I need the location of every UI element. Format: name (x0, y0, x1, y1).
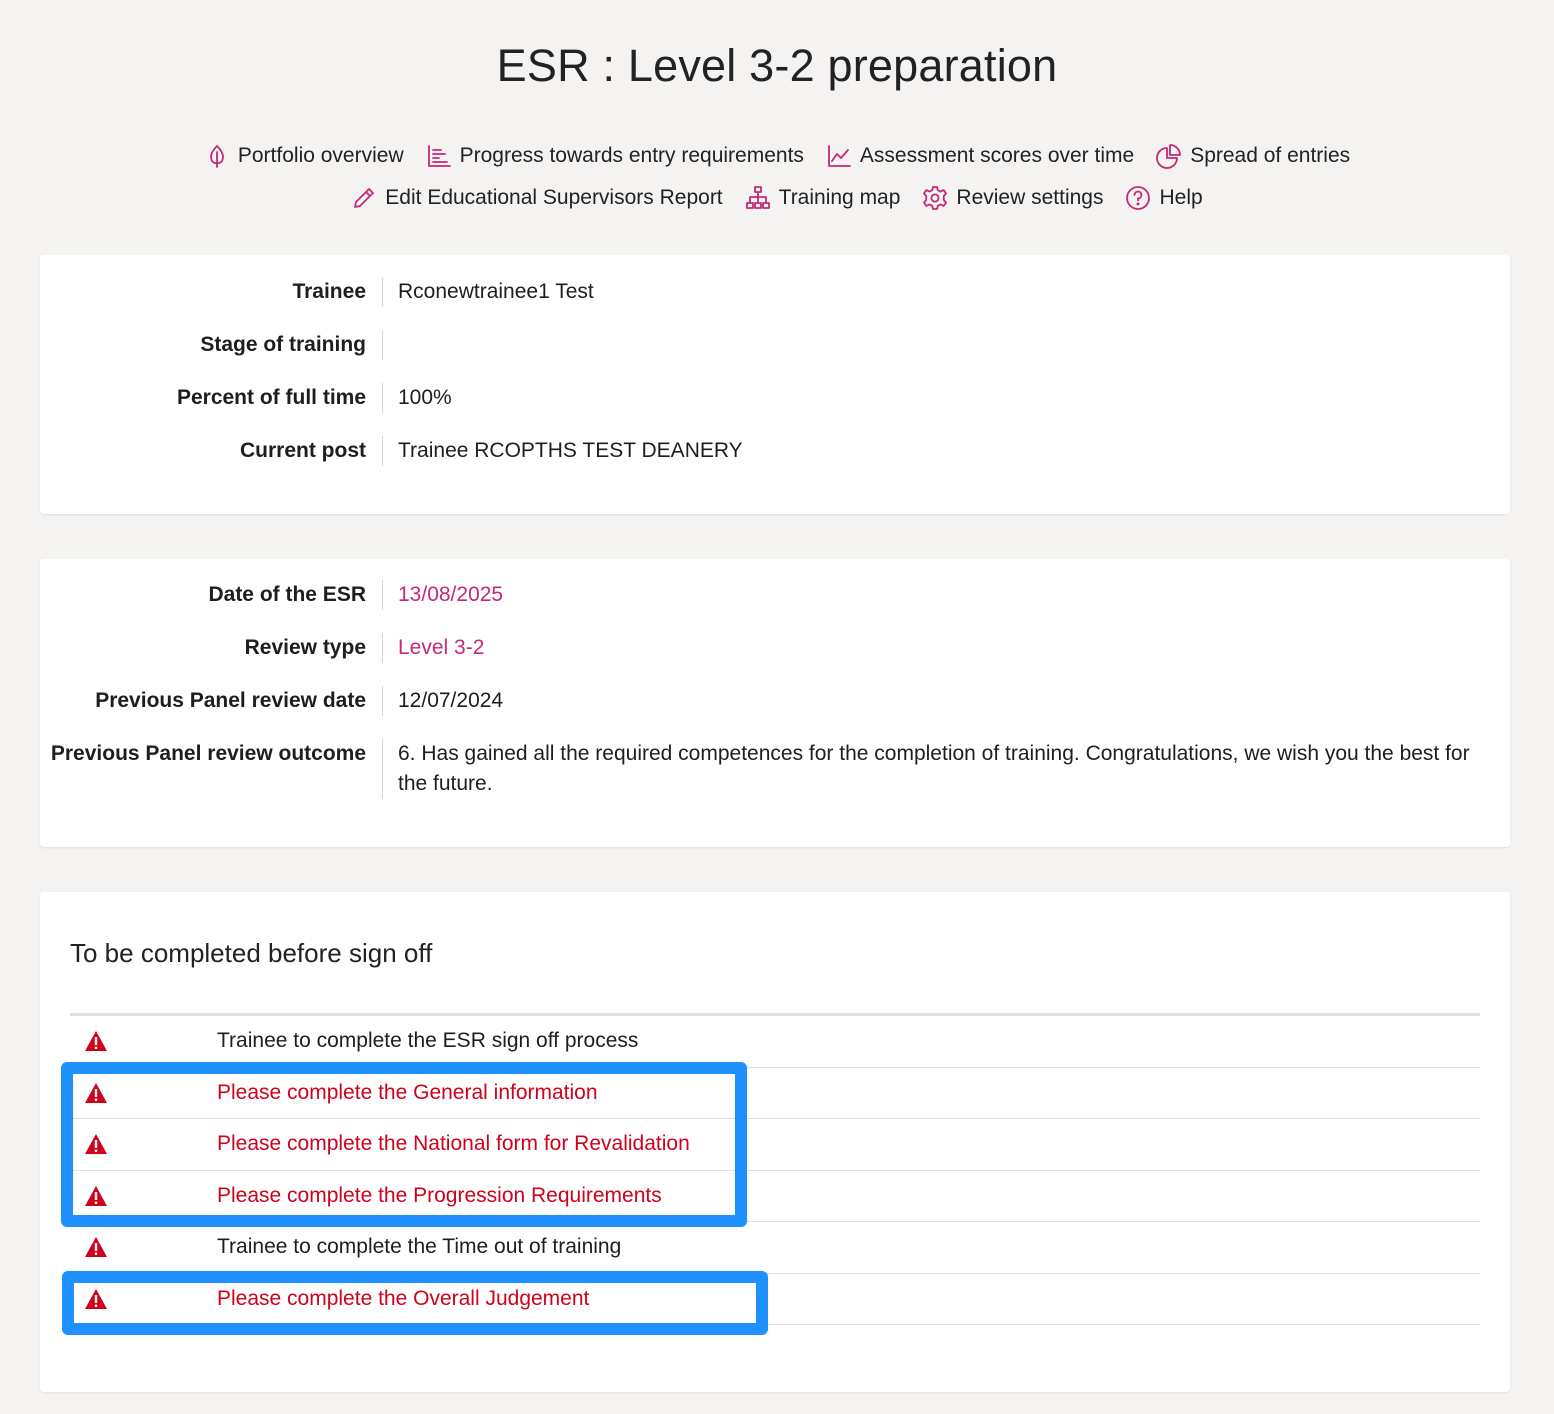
line-chart-icon (828, 145, 851, 167)
field-label: Current post (40, 436, 383, 466)
nav-label: Spread of entries (1190, 144, 1351, 167)
nav-portfolio-overview[interactable]: Portfolio overview (204, 143, 404, 169)
review-details-card: Date of the ESR 13/08/2025 Review type L… (40, 559, 1510, 847)
field-value: Rconewtrainee1 Test (398, 280, 594, 303)
signoff-title: To be completed before sign off (70, 938, 433, 968)
nav-label: Assessment scores over time (859, 144, 1135, 167)
nav-label: Training map (778, 186, 901, 209)
signoff-card: To be completed before sign off Trainee … (40, 892, 1510, 1392)
nav-training-map[interactable]: Training map (745, 185, 901, 211)
list-item: Please complete the Overall Judgement (70, 1274, 1480, 1325)
nav-row-2: Edit Educational Supervisors Report Trai… (0, 185, 1554, 211)
field-value: 6. Has gained all the required competenc… (398, 742, 1470, 795)
nav-label: Edit Educational Supervisors Report (385, 186, 723, 209)
bar-list-icon (427, 145, 451, 167)
field-value: 12/07/2024 (398, 689, 504, 712)
list-item: Trainee to complete the ESR sign off pro… (70, 1016, 1480, 1068)
field-label: Stage of training (40, 330, 383, 360)
progression-requirements-link[interactable]: Please complete the Progression Requirem… (217, 1184, 662, 1208)
list-item: Please complete the Progression Requirem… (70, 1171, 1480, 1222)
percent-row: Percent of full time 100% (40, 383, 1510, 413)
list-item: Trainee to complete the Time out of trai… (70, 1222, 1480, 1274)
post-row: Current post Trainee RCOPTHS TEST DEANER… (40, 436, 1510, 466)
nav-label: Portfolio overview (237, 144, 404, 167)
nav-assessment-scores[interactable]: Assessment scores over time (826, 143, 1134, 169)
esr-date-link[interactable]: 13/08/2025 (383, 580, 1510, 610)
nav-help[interactable]: Help (1125, 185, 1203, 211)
warning-icon (85, 1185, 107, 1206)
item-text: Trainee to complete the ESR sign off pro… (217, 1029, 639, 1053)
trainee-details-card: Trainee Rconewtrainee1 Test Stage of tra… (40, 255, 1510, 514)
item-text: Trainee to complete the Time out of trai… (217, 1235, 622, 1259)
previous-review-date-row: Previous Panel review date 12/07/2024 (40, 686, 1510, 716)
previous-review-outcome-row: Previous Panel review outcome 6. Has gai… (40, 739, 1510, 799)
revalidation-form-link[interactable]: Please complete the National form for Re… (217, 1132, 690, 1156)
field-label: Percent of full time (40, 383, 383, 413)
esr-date-row: Date of the ESR 13/08/2025 (40, 580, 1510, 610)
help-circle-icon (1126, 186, 1151, 210)
field-value: 100% (398, 386, 452, 409)
nav-progress-entry-requirements[interactable]: Progress towards entry requirements (426, 143, 804, 169)
list-item: Please complete the General information (70, 1068, 1480, 1119)
warning-icon (85, 1082, 107, 1103)
field-label: Previous Panel review outcome (40, 739, 383, 799)
general-information-link[interactable]: Please complete the General information (217, 1081, 598, 1105)
field-value (383, 330, 1510, 360)
list-item: Please complete the National form for Re… (70, 1119, 1480, 1171)
pie-chart-icon (1156, 144, 1182, 169)
warning-icon (85, 1288, 107, 1309)
signoff-checklist: Trainee to complete the ESR sign off pro… (70, 1013, 1480, 1325)
gear-icon (923, 186, 948, 210)
nav-label: Help (1159, 186, 1203, 209)
trainee-row: Trainee Rconewtrainee1 Test (40, 277, 1510, 307)
nav-label: Progress towards entry requirements (459, 144, 804, 167)
nav-row-1: Portfolio overview Progress towards entr… (0, 143, 1554, 169)
nav-review-settings[interactable]: Review settings (922, 185, 1103, 211)
warning-icon (85, 1134, 107, 1155)
field-value: Trainee RCOPTHS TEST DEANERY (398, 439, 743, 462)
review-type-row: Review type Level 3-2 (40, 633, 1510, 663)
field-label: Previous Panel review date (40, 686, 383, 716)
leaf-icon (210, 145, 224, 168)
warning-icon (85, 1237, 107, 1258)
nav-label: Review settings (956, 186, 1104, 209)
review-type-link[interactable]: Level 3-2 (383, 633, 1510, 663)
stage-row: Stage of training (40, 330, 1510, 360)
overall-judgement-link[interactable]: Please complete the Overall Judgement (217, 1287, 589, 1311)
sitemap-icon (745, 186, 770, 209)
nav-edit-esr[interactable]: Edit Educational Supervisors Report (351, 185, 723, 211)
field-label: Date of the ESR (40, 580, 383, 610)
field-label: Review type (40, 633, 383, 663)
nav-spread-of-entries[interactable]: Spread of entries (1156, 143, 1350, 169)
pencil-icon (354, 188, 375, 208)
page-title: ESR : Level 3-2 preparation (496, 40, 1058, 91)
warning-icon (85, 1031, 107, 1052)
field-label: Trainee (40, 277, 383, 307)
